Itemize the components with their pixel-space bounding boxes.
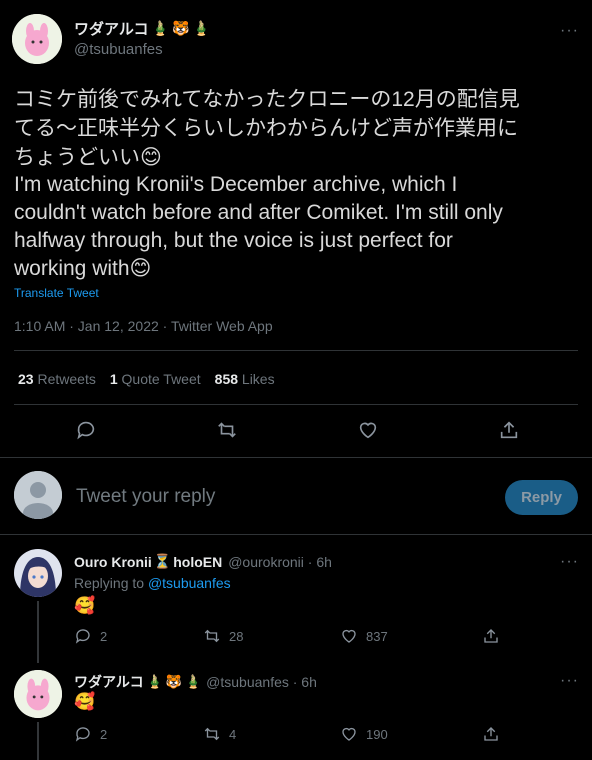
tweet-timestamp[interactable]: 1:10 AM · Jan 12, 2022 · Twitter Web App: [14, 318, 273, 334]
thread-connector-line: [37, 722, 39, 760]
like-action[interactable]: 837: [340, 627, 388, 645]
share-icon: [484, 629, 498, 643]
default-profile-icon: [14, 471, 62, 519]
retweet-count: 4: [229, 726, 237, 742]
reply-icon[interactable]: [75, 419, 97, 441]
retweets-label: Retweets: [37, 371, 96, 387]
tweet-text-jp-line3: ちょうどいい😊: [14, 146, 162, 169]
like-icon: [342, 629, 356, 643]
author-avatar[interactable]: [14, 670, 62, 718]
reply-text: 🥰: [74, 596, 96, 615]
author-avatar[interactable]: [12, 14, 62, 64]
more-options-icon[interactable]: ···: [560, 553, 579, 571]
reply-author-name[interactable]: Ouro Kronii: [74, 554, 152, 570]
tiger-emoji-icon: 🐯: [172, 20, 190, 36]
reply-action[interactable]: 2: [74, 627, 107, 645]
author-display-name[interactable]: ワダアルコ: [74, 18, 149, 39]
author-handle[interactable]: @tsubuanfes: [74, 41, 163, 58]
user-avatar[interactable]: [14, 471, 62, 519]
kronii-avatar[interactable]: [14, 549, 62, 597]
bamboo-emoji-icon: 🎍: [146, 674, 163, 689]
likes-stat[interactable]: 858 Likes: [215, 371, 275, 387]
reply-author-name[interactable]: ワダアルコ: [74, 672, 144, 692]
reply-icon: [75, 629, 90, 644]
hourglass-emoji-icon: ⏳: [153, 553, 172, 569]
reply-count: 2: [100, 726, 108, 742]
reply-text: 🥰: [74, 692, 96, 711]
divider: [0, 534, 592, 535]
translate-tweet-link[interactable]: Translate Tweet: [14, 286, 99, 300]
likes-label: Likes: [241, 371, 275, 387]
divider: [14, 350, 578, 351]
reply-handle-time[interactable]: @tsubuanfes · 6h: [206, 674, 317, 690]
quote-tweets-stat[interactable]: 1 Quote Tweet: [110, 371, 201, 387]
reply-action[interactable]: 2: [74, 725, 107, 743]
tweet-text-en-line1: I'm watching Kronii's December archive, …: [14, 173, 458, 196]
like-count: 837: [366, 628, 388, 644]
tweet-text-jp-line2: てる〜正味半分くらいしかわからんけど声が作業用に: [14, 117, 518, 140]
divider: [14, 404, 578, 405]
like-icon[interactable]: [357, 419, 379, 441]
tweet-text-en-line4: working with😊: [14, 257, 152, 280]
quote-count: 1: [109, 371, 118, 387]
bamboo-emoji-icon: 🎍: [184, 674, 202, 689]
quote-label: Quote Tweet: [121, 371, 201, 387]
anime-character-avatar-icon: [14, 549, 62, 597]
retweet-icon: [204, 629, 220, 643]
bamboo-emoji-icon: 🎍: [192, 20, 210, 36]
tweet-text-jp-line1: コミケ前後でみれてなかったクロニーの12月の配信見: [14, 88, 520, 111]
reply-button[interactable]: Reply: [505, 480, 578, 515]
retweet-count: 28: [229, 628, 244, 644]
reply-handle-time[interactable]: @ourokronii · 6h: [228, 554, 332, 570]
retweets-stat[interactable]: 23 Retweets: [18, 371, 96, 387]
more-options-icon[interactable]: ···: [560, 672, 579, 690]
pink-creature-avatar-icon: [14, 670, 62, 718]
like-action[interactable]: 190: [340, 725, 388, 743]
reply-count: 2: [100, 628, 108, 644]
replying-to-handle[interactable]: @tsubuanfes: [148, 575, 231, 591]
share-action[interactable]: [482, 627, 500, 645]
divider: [0, 457, 592, 458]
retweet-action[interactable]: 4: [203, 725, 236, 743]
reply-author-name-suffix[interactable]: holoEN: [173, 554, 222, 570]
reply-input[interactable]: Tweet your reply: [76, 486, 215, 508]
tweet-stats: 23 Retweets 1 Quote Tweet 858 Likes: [18, 371, 275, 387]
reply-icon: [75, 727, 90, 742]
retweets-count: 23: [18, 371, 34, 387]
tiger-emoji-icon: 🐯: [165, 674, 182, 689]
tweet-text-en-line3: halfway through, but the voice is just p…: [14, 229, 453, 252]
retweet-action[interactable]: 28: [203, 627, 243, 645]
retweet-icon: [204, 727, 220, 741]
like-icon: [342, 727, 356, 741]
retweet-icon[interactable]: [216, 419, 238, 441]
pink-creature-avatar-icon: [12, 14, 62, 64]
thread-connector-line: [37, 601, 39, 663]
tweet-text-en-line2: couldn't watch before and after Comiket.…: [14, 201, 503, 224]
share-action[interactable]: [482, 725, 500, 743]
share-icon: [484, 727, 498, 741]
likes-count: 858: [214, 371, 239, 387]
share-icon[interactable]: [498, 419, 520, 441]
like-count: 190: [366, 726, 388, 742]
more-options-icon[interactable]: ···: [560, 22, 579, 40]
replying-to-label: Replying to: [74, 575, 145, 591]
bamboo-emoji-icon: 🎍: [151, 20, 169, 36]
